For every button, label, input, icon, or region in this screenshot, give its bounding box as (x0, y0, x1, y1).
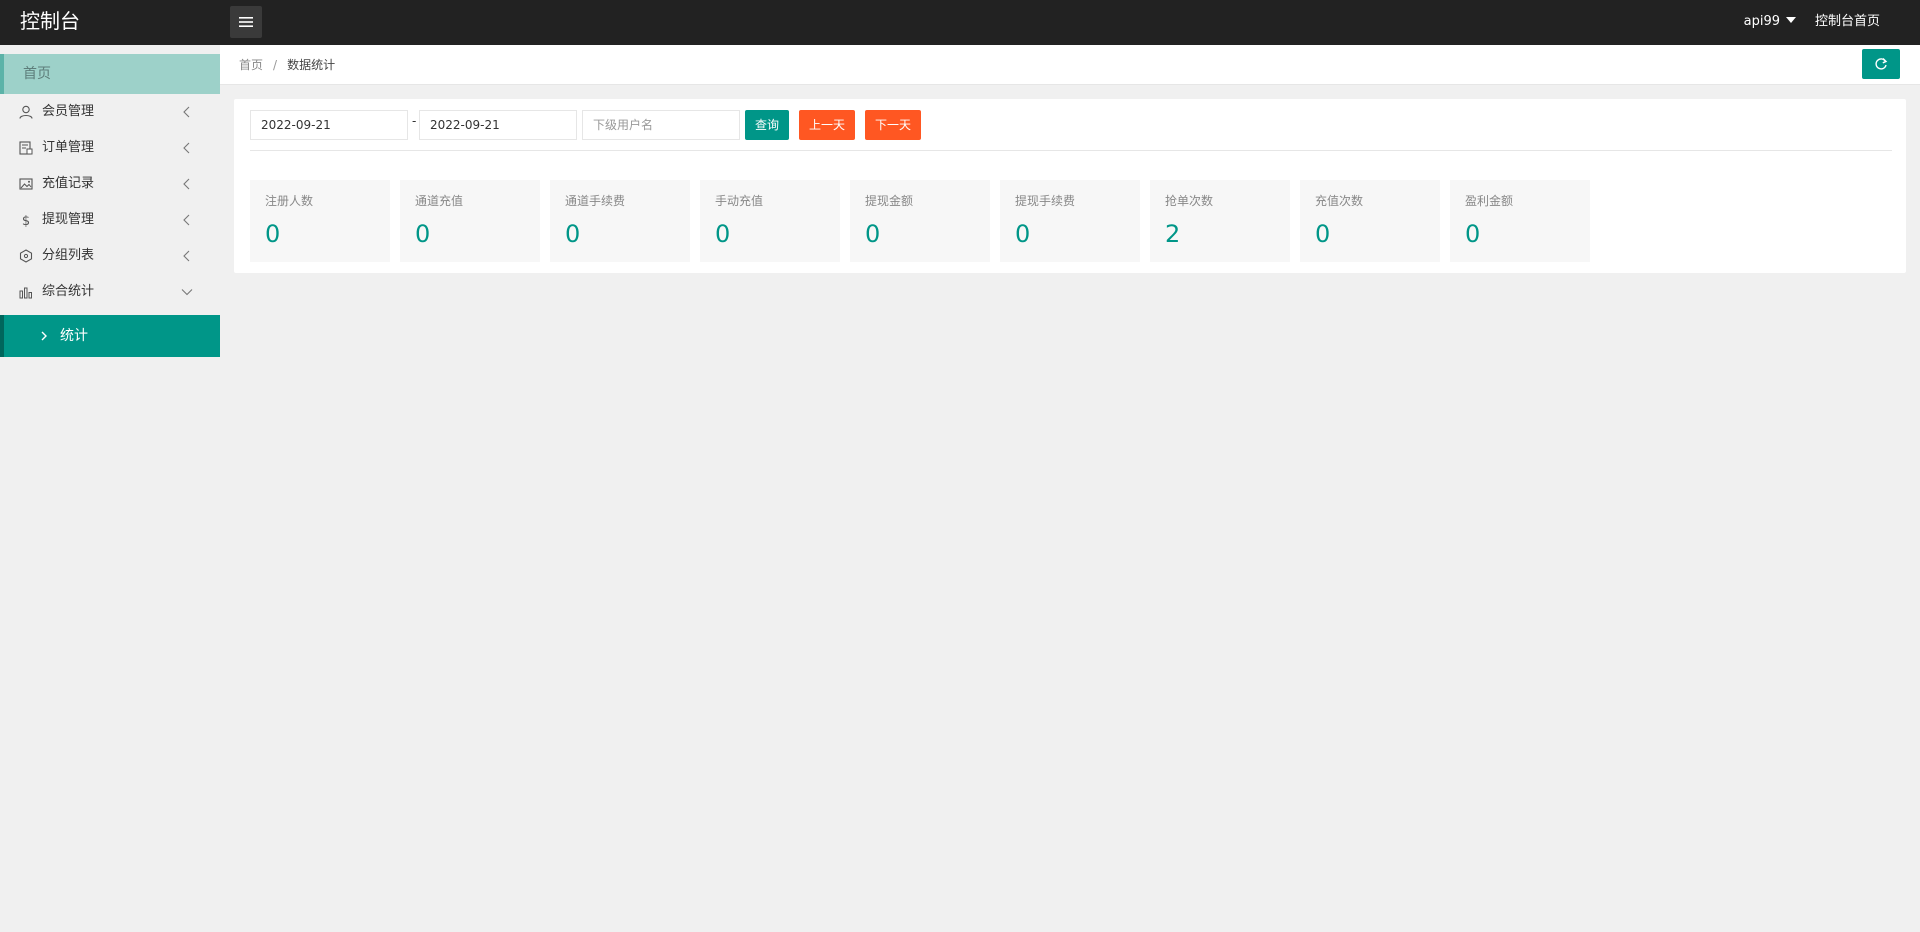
stat-card-recharge-count: 充值次数 0 (1300, 180, 1440, 262)
breadcrumb: 首页 / 数据统计 (239, 45, 335, 85)
app-title: 控制台 (20, 9, 80, 33)
menu-toggle-button[interactable] (230, 6, 262, 38)
stat-value: 0 (565, 220, 581, 248)
image-icon (19, 178, 33, 190)
stat-value: 0 (1015, 220, 1031, 248)
stats-card: - 查询 上一天 下一天 注册人数 0 通道充值 0 通道手续费 0 手动充值 … (234, 99, 1906, 273)
group-icon (19, 249, 33, 263)
sidebar-item-label: 充值记录 (42, 176, 95, 191)
stat-label: 通道手续费 (565, 194, 626, 208)
next-day-button[interactable]: 下一天 (865, 110, 921, 140)
sidebar: 首页 会员管理 订单管理 充值记录 $ 提现管理 分组列表 综合统计 统计 (0, 45, 220, 932)
sidebar-item-orders[interactable]: 订单管理 (0, 130, 220, 166)
console-home-link[interactable]: 控制台首页 (1815, 0, 1880, 45)
order-icon (19, 141, 33, 155)
stat-card-channel-recharge: 通道充值 0 (400, 180, 540, 262)
stat-value: 0 (715, 220, 731, 248)
caret-down-icon (1786, 16, 1796, 23)
sidebar-item-label: 订单管理 (42, 140, 95, 155)
stat-label: 提现手续费 (1015, 194, 1076, 208)
query-button[interactable]: 查询 (745, 110, 789, 140)
end-date-input[interactable] (419, 110, 577, 140)
chevron-left-icon (183, 250, 190, 262)
stat-label: 手动充值 (715, 194, 764, 208)
stat-label: 注册人数 (265, 194, 314, 208)
sidebar-item-members[interactable]: 会员管理 (0, 94, 220, 130)
user-icon (19, 105, 33, 119)
chevron-right-icon (41, 331, 47, 341)
stat-card-withdraw-fee: 提现手续费 0 (1000, 180, 1140, 262)
sidebar-item-label: 综合统计 (42, 284, 95, 299)
stat-label: 充值次数 (1315, 194, 1364, 208)
sub-user-input[interactable] (582, 110, 740, 140)
stat-card-withdraw-amount: 提现金额 0 (850, 180, 990, 262)
breadcrumb-current: 数据统计 (287, 58, 336, 72)
stat-value: 0 (1315, 220, 1331, 248)
stat-card-channel-fee: 通道手续费 0 (550, 180, 690, 262)
stat-value: 0 (415, 220, 431, 248)
divider (250, 150, 1892, 151)
refresh-icon (1875, 58, 1888, 70)
stat-value: 0 (265, 220, 281, 248)
user-menu[interactable]: api99 (1744, 0, 1796, 45)
stat-label: 抢单次数 (1165, 194, 1214, 208)
top-header: 控制台 api99 控制台首页 (0, 0, 1920, 45)
stat-label: 通道充值 (415, 194, 464, 208)
user-name: api99 (1743, 14, 1780, 29)
sidebar-subitem-label: 统计 (60, 328, 88, 344)
stat-card-registrations: 注册人数 0 (250, 180, 390, 262)
chevron-down-icon (181, 289, 193, 296)
chevron-left-icon (183, 214, 190, 226)
sidebar-item-withdrawals[interactable]: $ 提现管理 (0, 202, 220, 238)
breadcrumb-bar: 首页 / 数据统计 (220, 45, 1920, 85)
chart-icon (19, 287, 32, 299)
chevron-left-icon (183, 178, 190, 190)
hamburger-icon (239, 17, 253, 27)
breadcrumb-separator: / (273, 58, 278, 72)
sidebar-item-recharge-records[interactable]: 充值记录 (0, 166, 220, 202)
sidebar-item-label: 分组列表 (42, 248, 95, 263)
stat-value: 2 (1165, 220, 1181, 248)
date-range-separator: - (412, 114, 417, 128)
sidebar-subitem-stats[interactable]: 统计 (0, 315, 220, 357)
sidebar-item-groups[interactable]: 分组列表 (0, 238, 220, 274)
breadcrumb-home-link[interactable]: 首页 (239, 58, 263, 72)
stat-value: 0 (865, 220, 881, 248)
stat-label: 提现金额 (865, 194, 914, 208)
sidebar-item-home[interactable]: 首页 (0, 54, 220, 94)
stat-card-profit: 盈利金额 0 (1450, 180, 1590, 262)
svg-text:$: $ (22, 214, 30, 227)
sidebar-item-label: 提现管理 (42, 212, 95, 227)
chevron-left-icon (183, 106, 190, 118)
stat-value: 0 (1465, 220, 1481, 248)
refresh-button[interactable] (1862, 49, 1900, 79)
sidebar-item-label: 会员管理 (42, 104, 95, 119)
prev-day-button[interactable]: 上一天 (799, 110, 855, 140)
start-date-input[interactable] (250, 110, 408, 140)
dollar-icon: $ (22, 214, 30, 227)
chevron-left-icon (183, 142, 190, 154)
stat-label: 盈利金额 (1465, 194, 1514, 208)
stat-card-manual-recharge: 手动充值 0 (700, 180, 840, 262)
sidebar-item-statistics[interactable]: 综合统计 (0, 274, 220, 310)
stat-card-grab-orders: 抢单次数 2 (1150, 180, 1290, 262)
